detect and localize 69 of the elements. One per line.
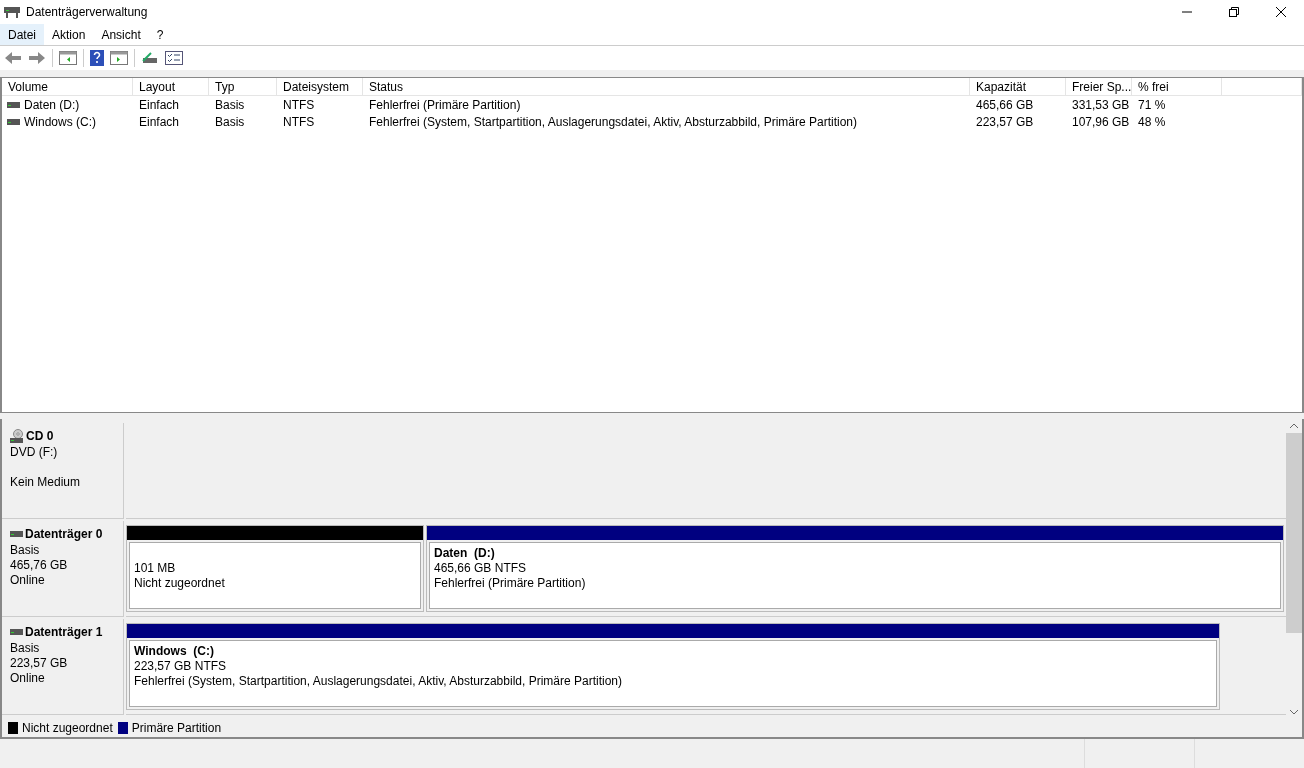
disk-label-panel[interactable]: Datenträger 0 Basis 465,76 GB Online bbox=[2, 521, 124, 617]
checklist-icon[interactable] bbox=[165, 51, 183, 65]
table-cell-text: NTFS bbox=[283, 96, 315, 114]
menu-item[interactable]: Aktion bbox=[44, 24, 94, 45]
table-cell-text: Basis bbox=[215, 96, 245, 114]
column-header[interactable]: Status bbox=[363, 78, 970, 95]
disk-info: Online bbox=[10, 671, 46, 686]
column-header[interactable]: Dateisystem bbox=[277, 78, 363, 95]
disk-label-panel[interactable]: Datenträger 1 Basis 223,57 GB Online bbox=[2, 619, 124, 715]
table-cell-text: Windows (C:) bbox=[24, 113, 96, 131]
table-cell-text: 223,57 GB bbox=[976, 113, 1034, 131]
partition-info: 101 MB bbox=[134, 561, 177, 576]
disk-info: 465,76 GB bbox=[10, 558, 69, 573]
menu-item[interactable]: ? bbox=[148, 24, 172, 45]
partition-title: Windows (C:) bbox=[134, 644, 215, 659]
menu-item[interactable]: Ansicht bbox=[93, 24, 149, 45]
disk-name: Datenträger 1 bbox=[25, 624, 103, 641]
disk-info: 223,57 GB bbox=[10, 656, 69, 671]
column-header[interactable]: Typ bbox=[209, 78, 277, 95]
partition-info: 223,57 GB NTFS bbox=[134, 659, 228, 674]
table-cell-text: Daten (D:) bbox=[24, 96, 80, 114]
partition-block[interactable]: Daten (D:) 465,66 GB NTFS Fehlerfrei (Primäre Partition) bbox=[426, 525, 1284, 612]
legend-label: Primäre Partition bbox=[131, 720, 222, 737]
table-cell-text: 331,53 GB bbox=[1072, 96, 1130, 114]
disk-label-panel[interactable]: CD 0 DVD (F:) Kein Medium bbox=[2, 423, 124, 519]
partition-block[interactable]: Windows (C:) 223,57 GB NTFS Fehlerfrei (System, Startpartition, Auslagerungsdatei, Aktiv, Absturzabbild, Primäre Partition) bbox=[126, 623, 1220, 710]
column-header[interactable]: Freier Sp... bbox=[1066, 78, 1132, 95]
column-header[interactable]: Layout bbox=[133, 78, 209, 95]
drive-icon bbox=[7, 118, 20, 125]
table-cell-text: Basis bbox=[215, 113, 245, 131]
help-icon[interactable] bbox=[90, 50, 104, 66]
forward-arrow-icon[interactable] bbox=[28, 51, 46, 65]
app-icon bbox=[4, 5, 20, 19]
back-arrow-icon[interactable] bbox=[4, 51, 22, 65]
window-title: Datenträgerverwaltung bbox=[26, 4, 148, 21]
table-cell-text: Fehlerfrei (Primäre Partition) bbox=[369, 96, 521, 114]
partition-info: Fehlerfrei (Primäre Partition) bbox=[434, 576, 587, 591]
partition-info: Fehlerfrei (System, Startpartition, Auslagerungsdatei, Aktiv, Absturzabbild, Primäre Partition) bbox=[134, 674, 623, 689]
table-cell-text: 71 % bbox=[1138, 96, 1166, 114]
table-cell-text: 107,96 GB bbox=[1072, 113, 1130, 131]
drive-icon bbox=[7, 101, 20, 108]
table-cell-text: 48 % bbox=[1138, 113, 1166, 131]
disk-name: CD 0 bbox=[26, 428, 54, 445]
disk-info: Online bbox=[10, 573, 46, 588]
panel-icon[interactable] bbox=[59, 51, 77, 65]
optical-drive-icon bbox=[10, 429, 24, 443]
column-header[interactable]: Kapazität bbox=[970, 78, 1066, 95]
panel-icon[interactable] bbox=[110, 51, 128, 65]
table-cell-text: 465,66 GB bbox=[976, 96, 1034, 114]
drive-icon bbox=[10, 629, 23, 635]
disk-info: DVD (F:) bbox=[10, 445, 59, 460]
disk-info: Basis bbox=[10, 641, 41, 656]
partition-block[interactable]: 101 MB Nicht zugeordnet bbox=[126, 525, 424, 612]
partition-info: Nicht zugeordnet bbox=[134, 576, 226, 591]
partition-title: Daten (D:) bbox=[434, 546, 496, 561]
column-header[interactable]: Volume bbox=[2, 78, 133, 95]
table-cell-text: Einfach bbox=[139, 113, 180, 131]
drive-settings-icon[interactable] bbox=[141, 51, 159, 65]
table-cell-text: NTFS bbox=[283, 113, 315, 131]
drive-icon bbox=[10, 531, 23, 537]
disk-name: Datenträger 0 bbox=[25, 526, 103, 543]
table-cell-text: Fehlerfrei (System, Startpartition, Auslagerungsdatei, Aktiv, Absturzabbild, Primäre Partition) bbox=[369, 113, 857, 131]
column-header[interactable]: % frei bbox=[1132, 78, 1222, 95]
partition-info: 465,66 GB NTFS bbox=[434, 561, 528, 576]
table-cell-text: Einfach bbox=[139, 96, 180, 114]
disk-info: Basis bbox=[10, 543, 41, 558]
disk-info: Kein Medium bbox=[10, 475, 82, 490]
menu-item[interactable]: Datei bbox=[0, 24, 44, 45]
legend-label: Nicht zugeordnet bbox=[22, 720, 113, 737]
